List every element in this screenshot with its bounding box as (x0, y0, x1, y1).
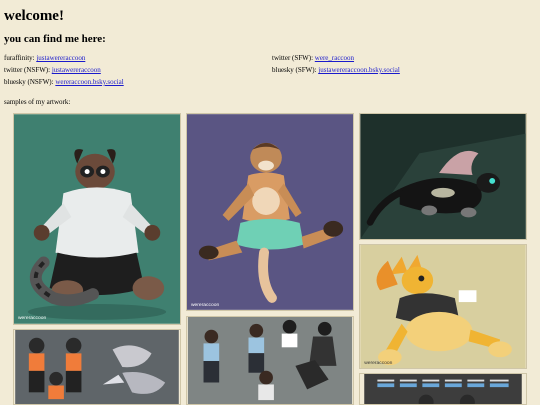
artwork-raccoon-shirt-image: wereraccoon (14, 114, 180, 324)
link-row-twitter-sfw: twitter (SFW): were_raccoon (272, 52, 354, 64)
link-label-bluesky-nsfw: bluesky (NSFW): (4, 78, 54, 86)
artwork-black-dragon-image (360, 114, 526, 239)
artwork-signature: wereraccoon (18, 315, 47, 321)
link-label-twitter-sfw: twitter (SFW): (272, 54, 314, 62)
link-row-bluesky-sfw: bluesky (SFW): justawereraccoon.bsky.soc… (272, 64, 400, 76)
page-subtitle: you can find me here: (4, 33, 106, 45)
artwork-sheet-characters-image (187, 317, 353, 404)
artwork-sheet-orange[interactable] (13, 329, 181, 405)
link-label-twitter-nsfw: twitter (NSFW): (4, 66, 51, 74)
artwork-signature: wereraccoon (364, 360, 392, 366)
artwork-otter-sitting-image: wereraccoon (187, 114, 353, 310)
link-bluesky-nsfw[interactable]: wereraccoon.bsky.social (55, 78, 123, 86)
page-title: welcome! (4, 8, 64, 24)
link-label-furaffinity: furaffinity: (4, 54, 35, 62)
link-bluesky-sfw[interactable]: justawereraccoon.bsky.social (318, 66, 400, 74)
artwork-sheet-orange-image (15, 330, 179, 404)
link-furaffinity[interactable]: justawereraccoon (36, 54, 85, 62)
gallery-heading: samples of my artwork: (4, 98, 71, 106)
artwork-yellow-dragon[interactable]: wereraccoon (359, 244, 527, 369)
link-row-bluesky-nsfw: bluesky (NSFW): wereraccoon.bsky.social (4, 76, 124, 88)
artwork-reference-sheet-image (364, 374, 522, 404)
artwork-reference-sheet[interactable] (359, 373, 527, 405)
link-row-furaffinity: furaffinity: justawereraccoon (4, 52, 85, 64)
link-row-twitter-nsfw: twitter (NSFW): justawereraccoon (4, 64, 101, 76)
artwork-sheet-characters[interactable] (186, 316, 354, 405)
link-twitter-sfw[interactable]: were_raccoon (315, 54, 354, 62)
artwork-raccoon-shirt[interactable]: wereraccoon (13, 113, 181, 325)
link-label-bluesky-sfw: bluesky (SFW): (272, 66, 317, 74)
page: welcome! you can find me here: furaffini… (0, 0, 540, 405)
artwork-signature: wereraccoon (191, 302, 220, 308)
link-twitter-nsfw[interactable]: justawereraccoon (52, 66, 101, 74)
artwork-otter-sitting[interactable]: wereraccoon (186, 113, 354, 311)
artwork-yellow-dragon-image: wereraccoon (360, 245, 526, 368)
artwork-black-dragon[interactable] (359, 113, 527, 240)
